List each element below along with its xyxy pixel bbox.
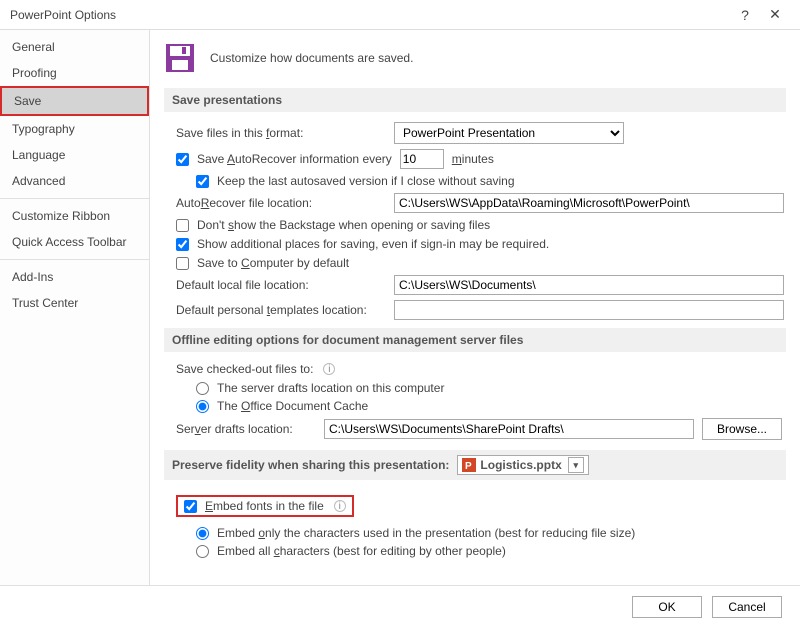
radio-server-drafts[interactable] xyxy=(196,382,209,395)
info-icon[interactable]: i xyxy=(334,500,346,512)
default-templates-input[interactable] xyxy=(394,300,784,320)
close-button[interactable]: ✕ xyxy=(760,6,790,23)
sidebar-item-general[interactable]: General xyxy=(0,34,149,60)
drafts-label: Server drafts location: xyxy=(176,422,316,436)
default-local-input[interactable] xyxy=(394,275,784,295)
minutes-label: minutes xyxy=(452,152,494,166)
sidebar-item-quick-access[interactable]: Quick Access Toolbar xyxy=(0,229,149,255)
main: General Proofing Save Typography Languag… xyxy=(0,30,800,585)
section-preserve: Preserve fidelity when sharing this pres… xyxy=(164,450,786,480)
preserve-file-select[interactable]: P Logistics.pptx ▾ xyxy=(457,455,588,475)
radio-server-label: The server drafts location on this compu… xyxy=(217,381,444,395)
preserve-label: Preserve fidelity when sharing this pres… xyxy=(172,458,449,472)
browse-button[interactable]: Browse... xyxy=(702,418,782,440)
format-label: Save files in this format: xyxy=(176,126,386,140)
radio-embed-all[interactable] xyxy=(196,545,209,558)
save-computer-label: Save to Computer by default xyxy=(197,256,349,270)
sidebar-item-typography[interactable]: Typography xyxy=(0,116,149,142)
sidebar: General Proofing Save Typography Languag… xyxy=(0,30,150,585)
save-disk-icon xyxy=(164,42,196,74)
save-checked-out-label: Save checked-out files to: xyxy=(176,362,313,376)
ok-button[interactable]: OK xyxy=(632,596,702,618)
keep-last-checkbox[interactable] xyxy=(196,175,209,188)
divider xyxy=(0,198,149,199)
titlebar: PowerPoint Options ? ✕ xyxy=(0,0,800,30)
autorecover-minutes-input[interactable] xyxy=(400,149,444,169)
sidebar-item-save[interactable]: Save xyxy=(0,86,149,116)
page-header: Customize how documents are saved. xyxy=(164,42,786,74)
autorecover-checkbox[interactable] xyxy=(176,153,189,166)
content-panel: Customize how documents are saved. Save … xyxy=(150,30,800,585)
info-icon[interactable]: i xyxy=(323,363,335,375)
cancel-button[interactable]: Cancel xyxy=(712,596,782,618)
sidebar-item-proofing[interactable]: Proofing xyxy=(0,60,149,86)
radio-embed-only[interactable] xyxy=(196,527,209,540)
dont-show-backstage-checkbox[interactable] xyxy=(176,219,189,232)
section-offline: Offline editing options for document man… xyxy=(164,328,786,352)
preserve-file-name: Logistics.pptx xyxy=(480,458,561,472)
powerpoint-file-icon: P xyxy=(462,458,476,472)
show-additional-checkbox[interactable] xyxy=(176,238,189,251)
embed-fonts-label: Embed fonts in the file xyxy=(205,499,324,513)
sidebar-item-addins[interactable]: Add-Ins xyxy=(0,264,149,290)
default-local-label: Default local file location: xyxy=(176,278,386,292)
autorecover-label: Save AutoRecover information every xyxy=(197,152,392,166)
show-additional-label: Show additional places for saving, even … xyxy=(197,237,549,251)
embed-fonts-checkbox[interactable] xyxy=(184,500,197,513)
chevron-down-icon: ▾ xyxy=(568,457,584,473)
svg-text:P: P xyxy=(465,461,472,472)
radio-cache-label: The Office Document Cache xyxy=(217,399,368,413)
embed-only-label: Embed only the characters used in the pr… xyxy=(217,526,635,540)
page-title: Customize how documents are saved. xyxy=(210,51,413,65)
sidebar-item-advanced[interactable]: Advanced xyxy=(0,168,149,194)
divider xyxy=(0,259,149,260)
window-title: PowerPoint Options xyxy=(10,8,730,22)
sidebar-item-trust-center[interactable]: Trust Center xyxy=(0,290,149,316)
dont-show-backstage-label: Don't show the Backstage when opening or… xyxy=(197,218,490,232)
save-computer-checkbox[interactable] xyxy=(176,257,189,270)
format-select[interactable]: PowerPoint Presentation xyxy=(394,122,624,144)
autorecover-loc-label: AutoRecover file location: xyxy=(176,196,386,210)
sidebar-item-customize-ribbon[interactable]: Customize Ribbon xyxy=(0,203,149,229)
drafts-input[interactable] xyxy=(324,419,694,439)
default-templates-label: Default personal templates location: xyxy=(176,303,386,317)
autorecover-loc-input[interactable] xyxy=(394,193,784,213)
footer: OK Cancel xyxy=(0,585,800,627)
sidebar-item-language[interactable]: Language xyxy=(0,142,149,168)
embed-all-label: Embed all characters (best for editing b… xyxy=(217,544,506,558)
section-save-presentations: Save presentations xyxy=(164,88,786,112)
keep-last-label: Keep the last autosaved version if I clo… xyxy=(217,174,515,188)
help-button[interactable]: ? xyxy=(730,7,760,23)
radio-office-cache[interactable] xyxy=(196,400,209,413)
